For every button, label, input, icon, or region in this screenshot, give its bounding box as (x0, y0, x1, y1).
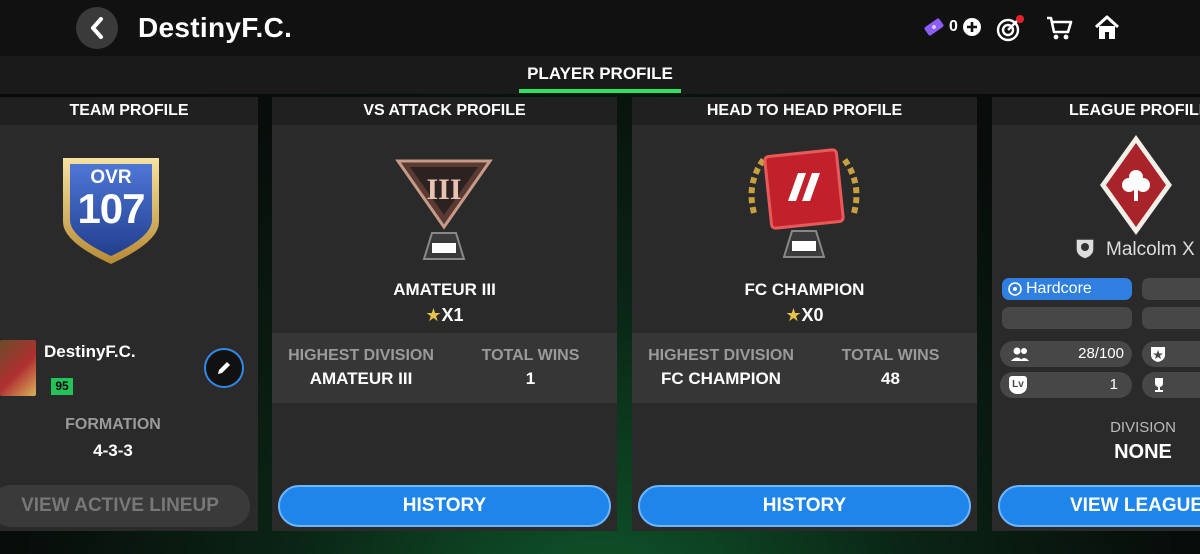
league-tag-slot (1142, 307, 1200, 329)
league-tag-badge: Hardcore (1002, 278, 1132, 300)
ticket-icon[interactable] (922, 16, 946, 38)
vs-attack-header: VS ATTACK PROFILE (272, 97, 617, 125)
chevron-left-icon (91, 17, 103, 39)
head-to-head-stars: ★X0 (632, 305, 977, 326)
soccer-ball-icon (1008, 282, 1022, 296)
tab-bar: PLAYER PROFILE (0, 56, 1200, 94)
total-wins-stat: TOTAL WINS 1 (481, 347, 580, 388)
view-active-lineup-button[interactable]: VIEW ACTIVE LINEUP (0, 485, 250, 527)
back-button[interactable] (76, 7, 118, 49)
head-to-head-profile-card: HEAD TO HEAD PROFILE FC CHAMPION ★X0 HIG… (632, 97, 977, 531)
team-profile-card: TEAM PROFILE OVR 107 DestinyF.C. 95 FORM… (0, 97, 258, 531)
division-value: NONE (1114, 441, 1172, 463)
league-trophy-stat (1142, 372, 1200, 398)
league-tag-label: Hardcore (1026, 280, 1092, 297)
league-members-stat: 28/100 (1000, 341, 1132, 367)
head-to-head-rank-name: FC CHAMPION (744, 280, 865, 299)
head-to-head-stats: HIGHEST DIVISION FC CHAMPION TOTAL WINS … (632, 333, 977, 403)
level-icon: Lv (1009, 376, 1027, 394)
star-icon: ★ (785, 305, 802, 325)
team-name: DestinyF.C. (44, 342, 136, 361)
vs-attack-stats: HIGHEST DIVISION AMATEUR III TOTAL WINS … (272, 333, 617, 403)
trophy-icon (1155, 378, 1163, 392)
league-crest (1100, 135, 1172, 235)
leader-avatar-icon (1075, 238, 1095, 260)
team-rating-badge: 95 (51, 378, 73, 395)
team-profile-header: TEAM PROFILE (0, 97, 258, 125)
tab-player-profile[interactable]: PLAYER PROFILE (0, 64, 1200, 84)
league-rank-stat (1142, 341, 1200, 367)
formation-value: 4-3-3 (93, 441, 133, 460)
vs-attack-history-button[interactable]: HISTORY (278, 485, 611, 527)
league-profile-card: LEAGUE PROFILE Malcolm X Hardcore 28/100 (992, 97, 1200, 531)
highest-division-stat: HIGHEST DIVISION FC CHAMPION (648, 347, 794, 388)
division-label: DIVISION (1110, 419, 1176, 436)
page-title: DestinyF.C. (138, 12, 293, 43)
league-tag-slot (1002, 307, 1132, 329)
head-to-head-header: HEAD TO HEAD PROFILE (632, 97, 977, 125)
league-leader-name: Malcolm X (1106, 239, 1195, 260)
members-icon (1011, 347, 1029, 361)
objectives-target-icon[interactable] (996, 15, 1026, 43)
star-icon: ★ (425, 305, 442, 325)
league-profile-header: LEAGUE PROFILE (992, 97, 1200, 125)
vs-attack-rank-name: AMATEUR III (393, 280, 496, 299)
vs-attack-star-count: X1 (441, 305, 464, 325)
active-tab-indicator (519, 89, 681, 93)
pencil-icon (218, 362, 230, 374)
store-cart-icon[interactable] (1045, 15, 1073, 41)
amateur-rank-badge: III (395, 159, 493, 260)
team-crest (0, 340, 36, 396)
vs-attack-stars: ★X1 (272, 305, 617, 326)
top-bar: DestinyF.C. 0 (0, 0, 1200, 56)
formation-label: FORMATION (65, 416, 161, 433)
svg-text:III: III (426, 173, 461, 206)
shield-star-icon (1151, 347, 1165, 362)
head-to-head-star-count: X0 (801, 305, 824, 325)
add-currency-icon[interactable] (962, 17, 982, 37)
home-icon[interactable] (1093, 14, 1121, 42)
vs-attack-profile-card: VS ATTACK PROFILE III AMATEUR III ★X1 HI… (272, 97, 617, 531)
edit-team-button[interactable] (204, 348, 244, 388)
ovr-value: 107 (77, 185, 145, 232)
league-level-pill: Lv 1 (1000, 372, 1132, 398)
fc-champion-rank-badge (748, 148, 860, 258)
league-tag-slot (1142, 278, 1200, 300)
currency-count: 0 (949, 18, 958, 35)
total-wins-stat: TOTAL WINS 48 (841, 347, 940, 388)
highest-division-stat: HIGHEST DIVISION AMATEUR III (288, 347, 434, 388)
view-league-button[interactable]: VIEW LEAGUE (998, 485, 1200, 527)
head-to-head-history-button[interactable]: HISTORY (638, 485, 971, 527)
